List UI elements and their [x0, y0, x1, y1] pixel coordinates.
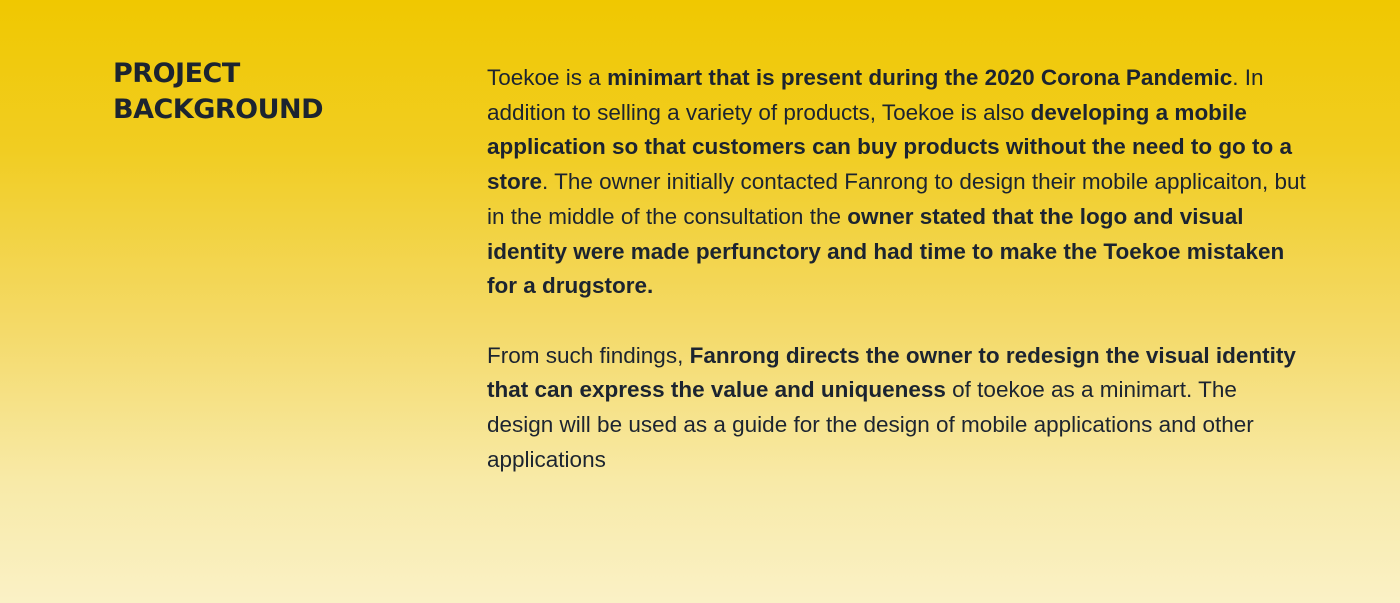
heading-line-1: PROJECT	[113, 58, 240, 89]
paragraph-2: From such findings, Fanrong directs the …	[487, 339, 1307, 478]
paragraph-1-text-1: Toekoe is a	[487, 65, 608, 90]
paragraph-1: Toekoe is a minimart that is present dur…	[487, 61, 1307, 304]
section-heading: PROJECT BACKGROUND	[113, 56, 433, 128]
heading-line-2: BACKGROUND	[113, 94, 324, 125]
project-background-text: Toekoe is a minimart that is present dur…	[487, 61, 1307, 477]
paragraph-1-bold-1: minimart that is present during the 2020…	[607, 65, 1233, 90]
paragraph-2-text-1: From such findings,	[487, 342, 690, 368]
